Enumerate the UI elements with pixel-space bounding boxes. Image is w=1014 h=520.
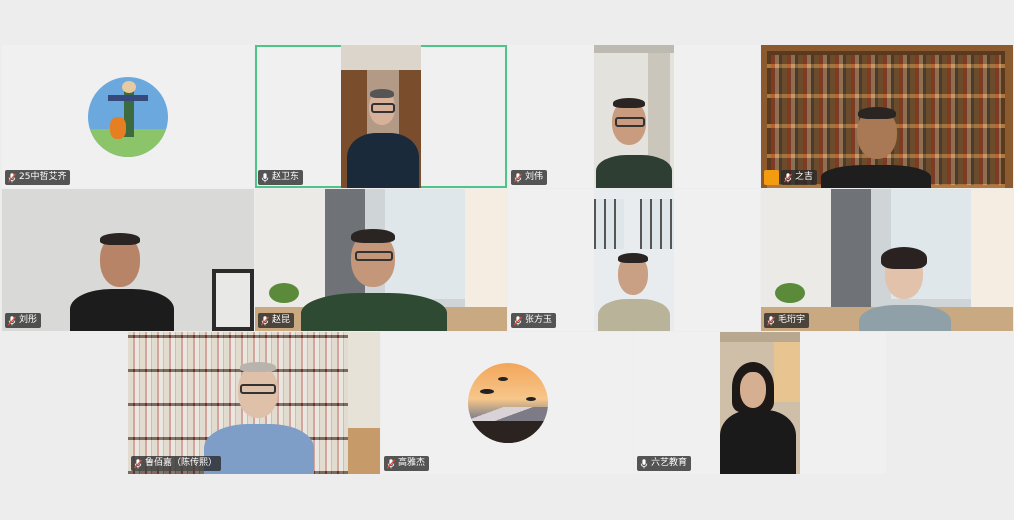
name-label: 六艺教育 <box>637 456 692 471</box>
participant-name: 刘彤 <box>19 315 38 325</box>
participant-name: 赵昆 <box>272 315 291 325</box>
mic-icon <box>261 173 269 183</box>
name-label: 鲁佰嘉（陈传熙） <box>131 456 222 471</box>
participant-name: 刘伟 <box>525 172 544 182</box>
name-label: 刘彤 <box>5 313 42 328</box>
participant-tile-6[interactable]: 赵昆 <box>255 189 507 331</box>
mic-muted-icon <box>784 173 792 183</box>
mic-muted-icon <box>261 316 269 326</box>
mic-muted-icon <box>134 459 142 469</box>
mic-muted-icon <box>8 316 16 326</box>
participant-tile-1[interactable]: 25中哲艾齐 <box>2 45 254 188</box>
participant-name: 毛珩宇 <box>778 315 806 325</box>
video-feed <box>128 332 380 474</box>
name-label: 赵卫东 <box>258 170 304 185</box>
mic-icon <box>640 459 648 469</box>
name-label: 之吉 <box>781 170 818 185</box>
participant-tile-3[interactable]: 刘伟 <box>508 45 760 188</box>
mic-muted-icon <box>387 459 395 469</box>
video-feed <box>594 45 674 188</box>
participant-tile-10[interactable]: 高雅杰 <box>381 332 633 474</box>
name-label: 高雅杰 <box>384 456 430 471</box>
video-feed <box>761 45 1013 188</box>
participant-name: 鲁佰嘉（陈传熙） <box>145 458 218 468</box>
video-feed <box>720 332 800 474</box>
avatar <box>468 363 548 443</box>
video-feed <box>2 189 254 331</box>
participant-tile-5[interactable]: 刘彤 <box>2 189 254 331</box>
name-label: 25中哲艾齐 <box>5 170 71 185</box>
participant-name: 赵卫东 <box>272 172 300 182</box>
name-label: 张方玉 <box>511 313 557 328</box>
participant-tile-11[interactable]: 六艺教育 <box>634 332 886 474</box>
participant-name: 张方玉 <box>525 315 553 325</box>
video-feed <box>341 45 421 188</box>
participant-tile-9[interactable]: 鲁佰嘉（陈传熙） <box>128 332 380 474</box>
participant-tile-7[interactable]: 张方玉 <box>508 189 760 331</box>
mic-muted-icon <box>514 316 522 326</box>
participant-name: 之吉 <box>795 172 814 182</box>
mic-muted-icon <box>8 173 16 183</box>
participant-name: 高雅杰 <box>398 458 426 468</box>
mic-muted-icon <box>514 173 522 183</box>
participant-tile-2[interactable]: 赵卫东 <box>255 45 507 188</box>
video-feed <box>255 189 507 331</box>
name-label: 赵昆 <box>258 313 295 328</box>
participant-name: 25中哲艾齐 <box>19 172 67 182</box>
name-label: 毛珩宇 <box>764 313 810 328</box>
video-feed <box>761 189 1013 331</box>
participant-name: 六艺教育 <box>651 458 688 468</box>
host-badge <box>764 170 779 185</box>
avatar <box>88 77 168 157</box>
participant-tile-4[interactable]: 之吉 <box>761 45 1013 188</box>
participant-tile-8[interactable]: 毛珩宇 <box>761 189 1013 331</box>
video-feed <box>594 189 674 331</box>
name-label: 刘伟 <box>511 170 548 185</box>
mic-muted-icon <box>767 316 775 326</box>
